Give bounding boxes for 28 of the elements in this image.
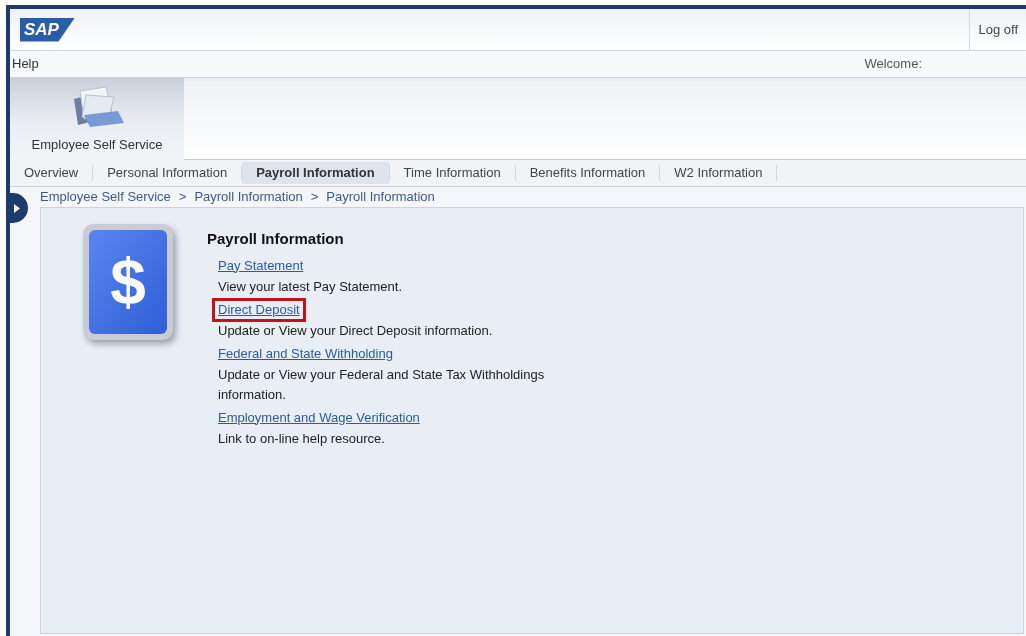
dollar-icon: $	[83, 224, 173, 340]
tab[interactable]: Overview	[10, 162, 93, 184]
breadcrumb-link[interactable]: Payroll Information	[194, 187, 303, 207]
tab[interactable]: Personal Information	[93, 162, 242, 184]
breadcrumb-separator: >	[178, 188, 187, 207]
sap-logo: SAP	[20, 17, 75, 42]
link-description: Update or View your Federal and State Tax Withholdings information.	[218, 365, 546, 404]
link[interactable]: Federal and State Withholding	[212, 341, 399, 366]
welcome-text: Welcome:	[864, 55, 922, 74]
help-menu[interactable]: Help	[12, 54, 39, 74]
tab[interactable]: Payroll Information	[242, 162, 389, 184]
play-icon	[14, 203, 20, 213]
link[interactable]: Direct Deposit	[212, 297, 306, 322]
breadcrumb-separator: >	[310, 188, 319, 207]
tab[interactable]: W2 Information	[660, 162, 777, 184]
link[interactable]: Pay Statement	[212, 253, 310, 278]
section-title: Payroll Information	[207, 229, 345, 249]
workset-tile[interactable]: Employee Self Service	[10, 78, 184, 160]
tab[interactable]: Time Information	[389, 162, 515, 184]
logoff-link[interactable]: Log off	[978, 19, 1018, 40]
link-description: Update or View your Direct Deposit information.	[218, 321, 494, 340]
link[interactable]: Employment and Wage Verification	[212, 405, 426, 430]
breadcrumb-link[interactable]: Employee Self Service	[40, 187, 171, 207]
link-description: Link to on-line help resource.	[218, 429, 386, 448]
breadcrumb-link[interactable]: Payroll Information	[326, 187, 435, 207]
workset-label: Employee Self Service	[31, 135, 163, 154]
tab[interactable]: Benefits Information	[515, 162, 660, 184]
link-description: View your latest Pay Statement.	[218, 277, 404, 296]
